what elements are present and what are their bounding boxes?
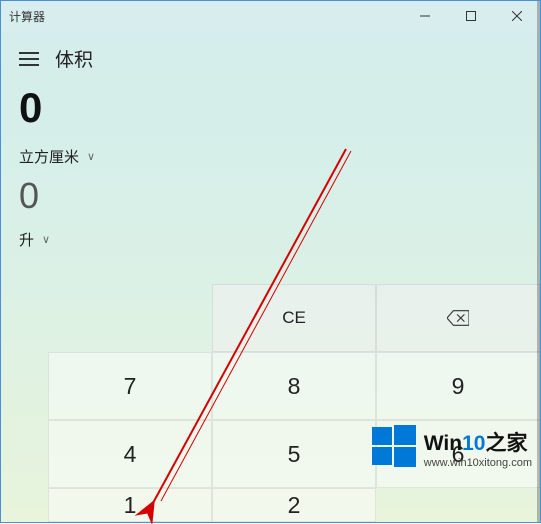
key-2[interactable]: 2	[212, 488, 376, 522]
backspace-button[interactable]	[376, 284, 540, 352]
to-value-display[interactable]: 0	[1, 169, 540, 219]
header: 体积	[1, 31, 540, 76]
menu-icon[interactable]	[19, 52, 39, 66]
key-6[interactable]: 6	[376, 420, 540, 488]
calculator-window: 计算器 体积 0 立方厘米 ∨ 0 升 ∨	[0, 0, 541, 523]
chevron-down-icon: ∨	[42, 233, 50, 246]
mode-title: 体积	[55, 45, 93, 72]
key-9[interactable]: 9	[376, 352, 540, 420]
key-1[interactable]: 1	[48, 488, 212, 522]
from-unit-selector[interactable]: 立方厘米 ∨	[1, 136, 540, 169]
chevron-down-icon: ∨	[87, 150, 95, 163]
key-4[interactable]: 4	[48, 420, 212, 488]
key-7[interactable]: 7	[48, 352, 212, 420]
from-value-display[interactable]: 0	[1, 76, 540, 136]
backspace-icon	[447, 310, 469, 326]
clear-entry-button[interactable]: CE	[212, 284, 376, 352]
from-unit-label: 立方厘米	[19, 146, 79, 167]
to-value: 0	[19, 175, 522, 217]
close-button[interactable]	[494, 1, 540, 31]
window-controls	[402, 1, 540, 31]
to-unit-selector[interactable]: 升 ∨	[1, 219, 540, 252]
minimize-button[interactable]	[402, 1, 448, 31]
maximize-button[interactable]	[448, 1, 494, 31]
edge-shadow	[537, 1, 540, 522]
to-unit-label: 升	[19, 229, 34, 250]
window-title: 计算器	[9, 8, 402, 25]
from-value: 0	[19, 84, 522, 132]
key-5[interactable]: 5	[212, 420, 376, 488]
keypad: CE 7 8 9 4 5 6 1 2	[48, 284, 540, 522]
titlebar: 计算器	[1, 1, 540, 31]
key-8[interactable]: 8	[212, 352, 376, 420]
